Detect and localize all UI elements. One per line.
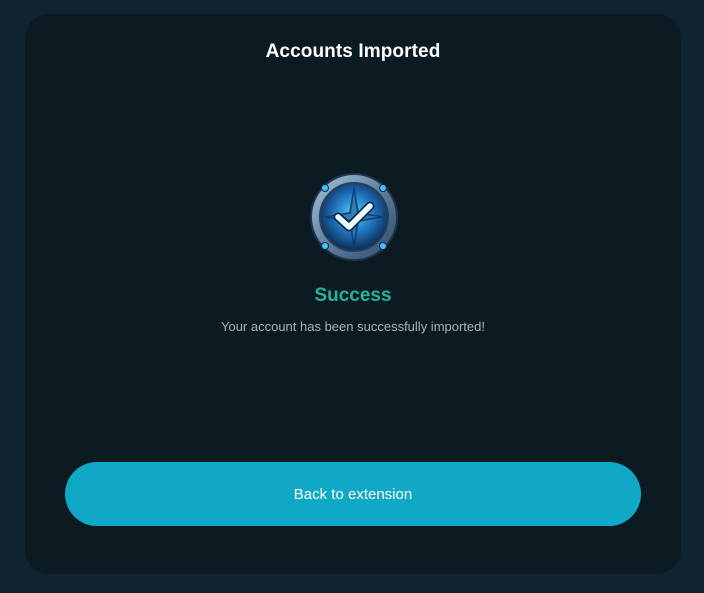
- page-title: Accounts Imported: [265, 41, 441, 62]
- back-to-extension-button[interactable]: Back to extension: [65, 462, 641, 526]
- success-heading: Success: [314, 285, 392, 306]
- accounts-imported-card: Accounts Imported Success Your account h…: [25, 14, 681, 574]
- verified-check-badge-icon: [308, 171, 400, 263]
- success-message: Your account has been successfully impor…: [220, 319, 485, 334]
